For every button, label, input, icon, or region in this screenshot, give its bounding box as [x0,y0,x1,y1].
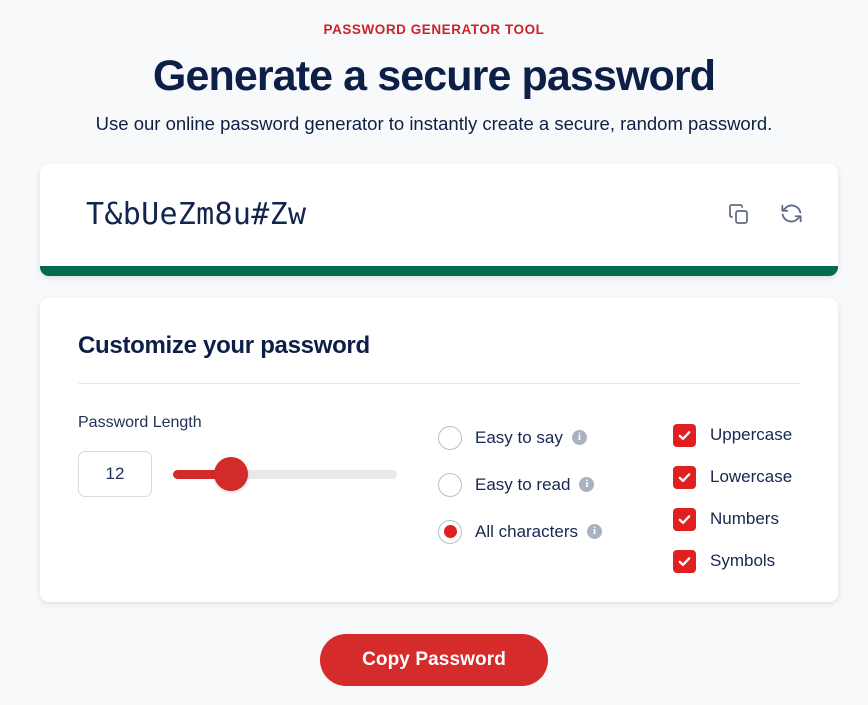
info-icon[interactable]: i [586,524,602,539]
slider-thumb[interactable] [214,457,249,491]
password-length-input[interactable] [78,451,152,497]
customize-title: Customize your password [78,332,370,359]
radio-option-easy-to-say[interactable]: Easy to say i [438,414,673,461]
cta-container: Copy Password [0,634,868,686]
radio-label: All characters [475,521,578,541]
password-length-control [78,451,438,497]
password-strength-bar [40,266,838,276]
checkbox-option-symbols[interactable]: Symbols [673,540,800,582]
section-divider [78,383,800,384]
password-length-slider[interactable] [173,451,397,497]
copy-icon-button[interactable] [724,200,754,230]
checkbox-label: Lowercase [710,467,793,486]
radio-option-all-characters[interactable]: All characters i [438,508,673,555]
checkbox-label: Symbols [710,551,776,570]
page-header: PASSWORD GENERATOR TOOL Generate a secur… [0,0,868,138]
checkbox-label: Uppercase [710,425,793,444]
password-actions [724,200,806,230]
page-subtitle: Use our online password generator to ins… [95,113,773,134]
checkbox-option-numbers[interactable]: Numbers [673,498,800,540]
refresh-icon-button[interactable] [776,200,806,230]
eyebrow-label: PASSWORD GENERATOR TOOL [323,22,545,37]
info-icon[interactable]: i [579,477,595,492]
checkbox-option-uppercase[interactable]: Uppercase [673,414,800,456]
radio-icon [438,425,462,450]
password-length-label: Password Length [78,414,202,431]
checkbox-checked-icon [673,549,696,573]
generated-password-text[interactable]: T&bUeZm8u#Zw [86,197,724,233]
info-icon[interactable]: i [571,430,587,445]
password-generator-page: PASSWORD GENERATOR TOOL Generate a secur… [0,0,868,705]
radio-option-easy-to-read[interactable]: Easy to read i [438,461,673,508]
customize-card: Customize your password Password Length [40,298,838,602]
checkbox-checked-icon [673,507,696,531]
checkbox-label: Numbers [710,509,779,528]
page-title: Generate a secure password [152,52,716,100]
password-row: T&bUeZm8u#Zw [40,164,838,266]
refresh-icon [779,201,804,229]
copy-password-button[interactable]: Copy Password [320,634,548,686]
include-options-group: Uppercase Lowercase Numbers Symbols [673,412,800,582]
radio-dot [443,525,457,538]
checkbox-checked-icon [673,423,696,447]
radio-label: Easy to say [475,427,563,447]
charset-options-group: Easy to say i Easy to read i All charact… [438,412,673,555]
checkbox-checked-icon [673,465,696,489]
options-grid: Password Length Easy to say i [78,412,800,582]
radio-label: Easy to read [475,474,571,494]
radio-icon-selected [438,519,462,544]
password-length-section: Password Length [78,412,438,497]
copy-icon [727,202,751,229]
checkbox-option-lowercase[interactable]: Lowercase [673,456,800,498]
radio-icon [438,472,462,497]
password-display-card: T&bUeZm8u#Zw [40,164,838,276]
